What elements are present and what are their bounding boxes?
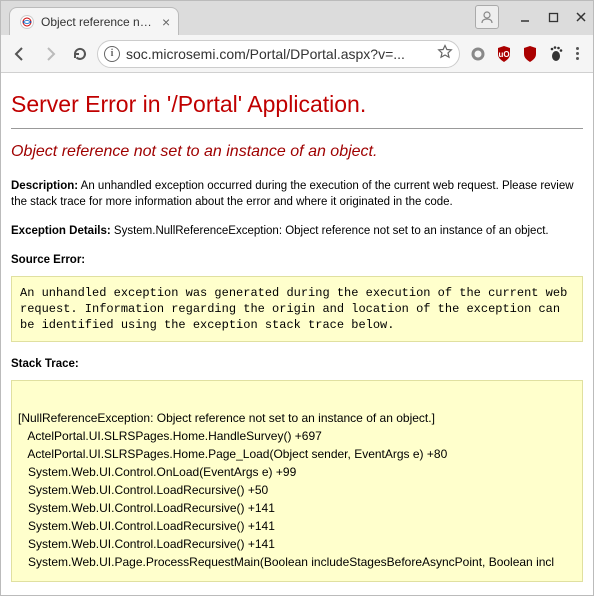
divider bbox=[11, 128, 583, 129]
user-profile-button[interactable] bbox=[475, 5, 499, 29]
reload-button[interactable] bbox=[67, 41, 93, 67]
bookmark-star-icon[interactable] bbox=[437, 44, 453, 63]
ublock-shield-icon[interactable]: uO bbox=[494, 44, 514, 64]
stack-trace-box: [NullReferenceException: Object referenc… bbox=[11, 380, 583, 582]
window-maximize-button[interactable] bbox=[545, 9, 561, 25]
forward-button[interactable] bbox=[37, 41, 63, 67]
back-button[interactable] bbox=[7, 41, 33, 67]
tab-title: Object reference not s bbox=[41, 15, 156, 29]
browser-toolbar: i soc.microsemi.com/Portal/DPortal.aspx?… bbox=[1, 35, 593, 73]
extensions-area: uO bbox=[464, 43, 587, 64]
site-info-icon[interactable]: i bbox=[104, 46, 120, 62]
description-label: Description: bbox=[11, 180, 78, 192]
window-close-button[interactable] bbox=[573, 9, 589, 25]
window-minimize-button[interactable] bbox=[517, 9, 533, 25]
address-bar[interactable]: i soc.microsemi.com/Portal/DPortal.aspx?… bbox=[97, 40, 460, 68]
page-content: Server Error in '/Portal' Application. O… bbox=[1, 73, 593, 597]
window-controls bbox=[475, 5, 589, 29]
browser-menu-button[interactable] bbox=[572, 43, 583, 64]
description-paragraph: Description: An unhandled exception occu… bbox=[11, 179, 583, 210]
tab-close-icon[interactable]: × bbox=[162, 15, 170, 29]
source-error-box: An unhandled exception was generated dur… bbox=[11, 276, 583, 343]
favicon-icon bbox=[20, 15, 34, 29]
window-titlebar: Object reference not s × bbox=[1, 1, 593, 35]
url-text: soc.microsemi.com/Portal/DPortal.aspx?v=… bbox=[126, 46, 431, 62]
browser-tab[interactable]: Object reference not s × bbox=[9, 7, 179, 35]
extension-grey-icon[interactable] bbox=[468, 44, 488, 64]
shield-icon[interactable] bbox=[520, 44, 540, 64]
svg-text:uO: uO bbox=[498, 50, 509, 59]
gnome-foot-icon[interactable] bbox=[546, 44, 566, 64]
exception-paragraph: Exception Details: System.NullReferenceE… bbox=[11, 224, 583, 240]
exception-label: Exception Details: bbox=[11, 225, 111, 237]
source-error-label: Source Error: bbox=[11, 254, 583, 266]
stack-trace-label: Stack Trace: bbox=[11, 358, 583, 370]
exception-text: System.NullReferenceException: Object re… bbox=[114, 225, 549, 237]
description-text: An unhandled exception occurred during t… bbox=[11, 180, 574, 208]
error-title: Server Error in '/Portal' Application. bbox=[11, 91, 583, 118]
error-subtitle: Object reference not set to an instance … bbox=[11, 143, 583, 161]
